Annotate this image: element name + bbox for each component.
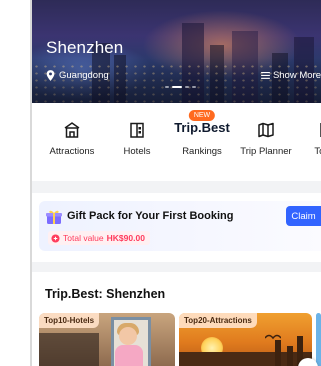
trip-planner-icon xyxy=(258,122,274,138)
region-label: Guangdong xyxy=(59,70,109,81)
gift-title: Gift Pack for Your First Booking xyxy=(67,210,234,222)
card-photo-shadow xyxy=(39,333,99,366)
hotel-icon xyxy=(130,122,144,138)
tours-icon xyxy=(320,123,321,137)
category-nav: Attractions Hotels NEW Trip.Best Ranking… xyxy=(32,103,321,181)
ranking-card-hotels[interactable]: Top10-Hotels xyxy=(39,313,175,366)
carousel-dot xyxy=(192,86,196,88)
total-value-amount: HK$90.00 xyxy=(106,233,145,243)
ranking-card-attractions[interactable]: Top20-Attractions xyxy=(179,313,312,366)
gift-icon xyxy=(46,210,62,224)
screen-edge xyxy=(30,0,32,366)
card-photo-face xyxy=(119,327,137,345)
coupon-icon xyxy=(51,233,60,243)
nav-label: Rankings xyxy=(182,146,222,157)
ranking-card-next[interactable] xyxy=(316,313,321,366)
nav-label: Attractions xyxy=(49,146,95,157)
carousel-dot xyxy=(165,86,169,88)
claim-button[interactable]: Claim xyxy=(286,206,321,226)
menu-icon xyxy=(261,72,270,79)
city-hero-banner[interactable]: Shenzhen Guangdong Show More xyxy=(32,0,321,103)
total-value-badge: Total value HK$90.00 xyxy=(48,231,150,245)
location-pin-icon xyxy=(46,70,55,81)
attractions-icon xyxy=(64,122,80,138)
total-value-label: Total value xyxy=(63,233,104,243)
gift-pack-banner[interactable]: Gift Pack for Your First Booking Claim T… xyxy=(39,201,321,251)
card-tag: Top10-Hotels xyxy=(39,313,100,328)
carousel-indicator xyxy=(165,86,196,88)
card-photo-tower xyxy=(275,340,281,366)
section-title: Trip.Best: Shenzhen xyxy=(45,287,166,301)
floating-action-button[interactable] xyxy=(298,358,318,366)
region-link[interactable]: Guangdong xyxy=(46,70,109,81)
carousel-dot-active xyxy=(172,86,182,88)
nav-label: Tours xyxy=(314,146,321,157)
show-more-label: Show More xyxy=(272,70,321,81)
section-divider xyxy=(32,181,321,193)
city-name: Shenzhen xyxy=(46,38,124,57)
card-tag: Top20-Attractions xyxy=(179,313,257,328)
show-more-button[interactable]: Show More xyxy=(261,70,321,81)
card-photo-tower xyxy=(287,346,293,366)
nav-label: Hotels xyxy=(123,146,151,157)
carousel-dot xyxy=(185,86,189,88)
card-photo-body xyxy=(115,345,143,366)
tripbest-logo: Trip.Best xyxy=(174,120,230,135)
section-divider xyxy=(32,262,321,272)
app-page: Shenzhen Guangdong Show More Attractions… xyxy=(0,0,321,366)
